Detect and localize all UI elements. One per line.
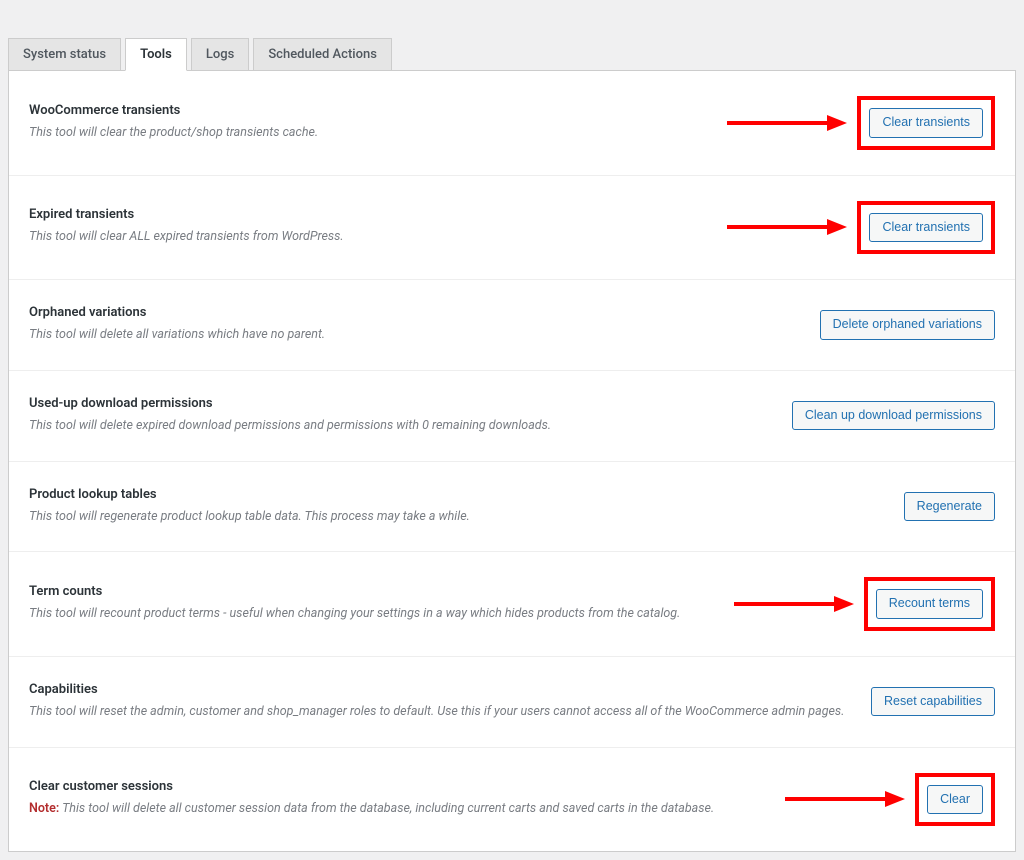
recount-terms-button[interactable]: Recount terms <box>876 589 983 619</box>
arrow-annotation-icon <box>727 113 847 133</box>
highlight-annotation: Clear transients <box>857 96 995 150</box>
note-text: This tool will delete all customer sessi… <box>62 801 714 816</box>
tool-info: Orphaned variations This tool will delet… <box>29 305 820 345</box>
tool-row-product-lookup-tables: Product lookup tables This tool will reg… <box>9 462 1015 553</box>
clean-up-download-permissions-button[interactable]: Clean up download permissions <box>792 401 995 431</box>
header-area: System status Tools Logs Scheduled Actio… <box>0 0 1024 70</box>
tab-tools[interactable]: Tools <box>125 38 187 71</box>
tool-title: Capabilities <box>29 682 851 697</box>
tool-row-term-counts: Term counts This tool will recount produ… <box>9 552 1015 657</box>
tool-title: WooCommerce transients <box>29 103 837 118</box>
tool-description: This tool will delete expired download p… <box>29 417 772 436</box>
highlight-annotation: Recount terms <box>864 577 995 631</box>
delete-orphaned-variations-button[interactable]: Delete orphaned variations <box>820 310 995 340</box>
tool-row-orphaned-variations: Orphaned variations This tool will delet… <box>9 280 1015 371</box>
tool-action: Reset capabilities <box>871 687 995 717</box>
tool-description: This tool will delete all variations whi… <box>29 326 800 345</box>
tool-info: Used-up download permissions This tool w… <box>29 396 792 436</box>
tool-action: Clear transients <box>857 201 995 255</box>
tab-system-status[interactable]: System status <box>8 38 121 70</box>
tab-logs[interactable]: Logs <box>191 38 249 70</box>
tool-title: Used-up download permissions <box>29 396 772 411</box>
tool-info: Product lookup tables This tool will reg… <box>29 487 904 527</box>
tool-action: Clear transients <box>857 96 995 150</box>
tool-row-clear-customer-sessions: Clear customer sessions Note: This tool … <box>9 748 1015 852</box>
highlight-annotation: Clear transients <box>857 201 995 255</box>
highlight-annotation: Clear <box>915 773 995 827</box>
clear-button[interactable]: Clear <box>927 785 983 815</box>
tool-info: Capabilities This tool will reset the ad… <box>29 682 871 722</box>
tools-panel: WooCommerce transients This tool will cl… <box>8 70 1016 852</box>
tool-description: This tool will clear the product/shop tr… <box>29 124 837 143</box>
tool-action: Regenerate <box>904 492 995 522</box>
arrow-annotation-icon <box>734 594 854 614</box>
clear-transients-button[interactable]: Clear transients <box>869 213 983 243</box>
tabs-nav: System status Tools Logs Scheduled Actio… <box>8 8 1016 70</box>
tool-row-woocommerce-transients: WooCommerce transients This tool will cl… <box>9 71 1015 176</box>
clear-transients-button[interactable]: Clear transients <box>869 108 983 138</box>
tool-action: Clear <box>915 773 995 827</box>
regenerate-button[interactable]: Regenerate <box>904 492 995 522</box>
tool-info: Clear customer sessions Note: This tool … <box>29 779 915 819</box>
tool-action: Delete orphaned variations <box>820 310 995 340</box>
tool-description: This tool will regenerate product lookup… <box>29 508 884 527</box>
tool-title: Orphaned variations <box>29 305 800 320</box>
tool-row-expired-transients: Expired transients This tool will clear … <box>9 176 1015 281</box>
tool-title: Clear customer sessions <box>29 779 895 794</box>
tool-title: Term counts <box>29 584 844 599</box>
tool-description: This tool will clear ALL expired transie… <box>29 228 837 247</box>
tool-title: Product lookup tables <box>29 487 884 502</box>
tab-scheduled-actions[interactable]: Scheduled Actions <box>253 38 392 70</box>
arrow-annotation-icon <box>785 789 905 809</box>
tool-description: Note: This tool will delete all customer… <box>29 800 895 819</box>
tool-description: This tool will reset the admin, customer… <box>29 703 851 722</box>
tool-row-capabilities: Capabilities This tool will reset the ad… <box>9 657 1015 748</box>
tool-action: Clean up download permissions <box>792 401 995 431</box>
tool-action: Recount terms <box>864 577 995 631</box>
tool-description: This tool will recount product terms - u… <box>29 605 844 624</box>
note-label: Note: <box>29 801 59 816</box>
tool-row-used-up-download-permissions: Used-up download permissions This tool w… <box>9 371 1015 462</box>
reset-capabilities-button[interactable]: Reset capabilities <box>871 687 995 717</box>
tool-title: Expired transients <box>29 207 837 222</box>
arrow-annotation-icon <box>727 217 847 237</box>
